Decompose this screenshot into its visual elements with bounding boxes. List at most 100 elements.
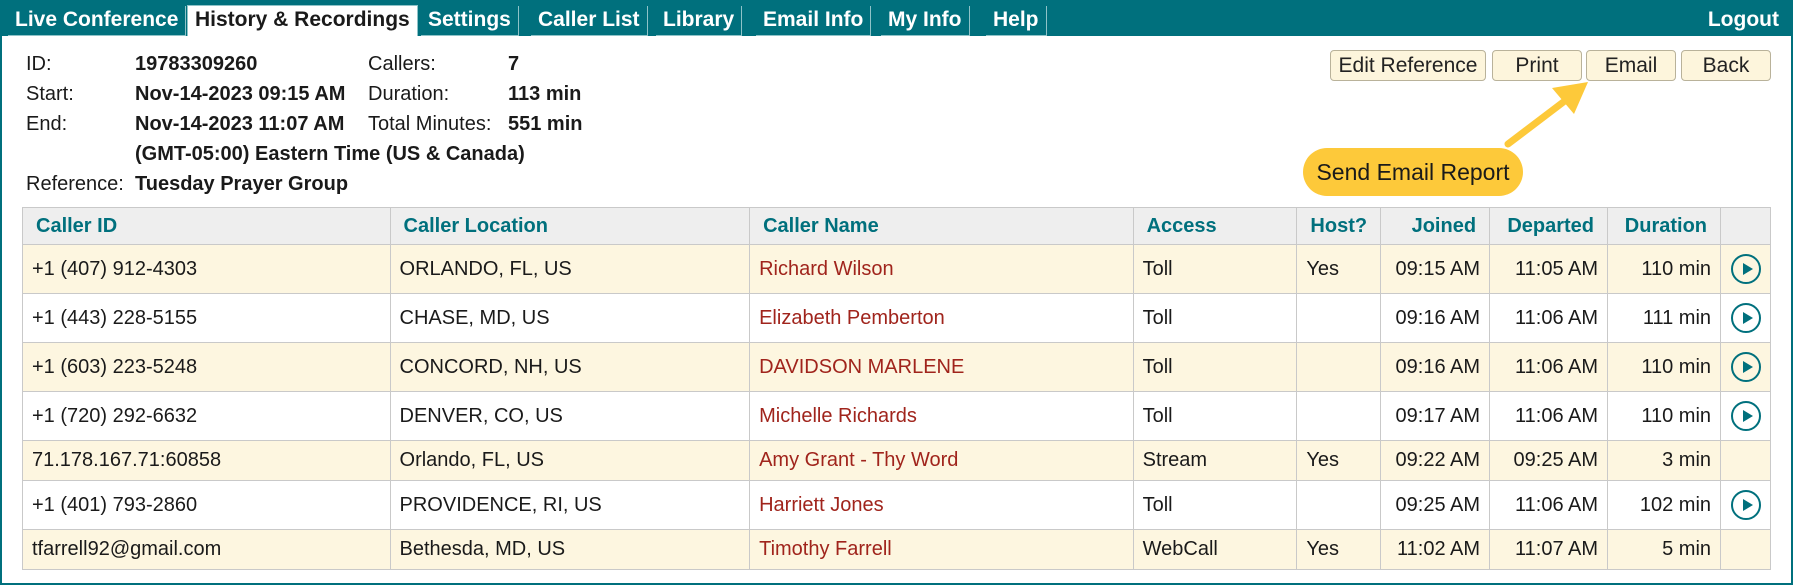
- caller-location-cell: PROVIDENCE, RI, US: [389, 480, 751, 530]
- top-nav: Live Conference History & Recordings Set…: [0, 0, 1793, 36]
- host-cell: [1296, 342, 1382, 392]
- caller-location-cell: DENVER, CO, US: [389, 391, 751, 441]
- duration-cell: 102 min: [1607, 480, 1722, 530]
- col-departed[interactable]: Departed: [1489, 207, 1609, 245]
- duration-value: 113 min: [508, 83, 582, 105]
- access-cell: WebCall: [1132, 529, 1298, 570]
- access-cell: Toll: [1132, 480, 1298, 530]
- caller-location-cell: ORLANDO, FL, US: [389, 244, 751, 294]
- conference-id: 19783309260: [135, 53, 258, 75]
- duration-cell: 110 min: [1607, 244, 1722, 294]
- end-value: Nov-14-2023 11:07 AM: [135, 113, 345, 135]
- host-cell: Yes: [1296, 529, 1382, 570]
- play-cell: [1720, 293, 1771, 343]
- reference-label: Reference:: [26, 173, 124, 195]
- col-caller-name[interactable]: Caller Name: [749, 207, 1134, 245]
- email-button[interactable]: Email: [1586, 50, 1676, 81]
- departed-cell: 11:06 AM: [1489, 293, 1609, 343]
- duration-cell: 111 min: [1607, 293, 1722, 343]
- caller-location-cell: CONCORD, NH, US: [389, 342, 751, 392]
- joined-cell: 09:16 AM: [1380, 342, 1491, 392]
- access-cell: Toll: [1132, 293, 1298, 343]
- access-cell: Toll: [1132, 244, 1298, 294]
- joined-cell: 09:17 AM: [1380, 391, 1491, 441]
- play-cell: [1720, 391, 1771, 441]
- caller-id-cell: +1 (603) 223-5248: [22, 342, 391, 392]
- caller-name-cell[interactable]: Elizabeth Pemberton: [749, 293, 1134, 343]
- caller-name-cell[interactable]: Richard Wilson: [749, 244, 1134, 294]
- tab-live-conference[interactable]: Live Conference: [8, 6, 187, 36]
- tab-settings[interactable]: Settings: [421, 6, 519, 36]
- play-recording-icon[interactable]: [1730, 401, 1761, 431]
- play-recording-icon[interactable]: [1730, 254, 1761, 284]
- print-button[interactable]: Print: [1492, 50, 1582, 81]
- departed-cell: 11:06 AM: [1489, 342, 1609, 392]
- joined-cell: 09:15 AM: [1380, 244, 1491, 294]
- play-cell: [1720, 480, 1771, 530]
- play-recording-icon[interactable]: [1730, 490, 1761, 520]
- tab-help[interactable]: Help: [986, 6, 1047, 36]
- caller-name-cell[interactable]: Timothy Farrell: [749, 529, 1134, 570]
- tab-history-recordings[interactable]: History & Recordings: [187, 5, 418, 36]
- col-caller-id[interactable]: Caller ID: [22, 207, 391, 245]
- access-cell: Toll: [1132, 342, 1298, 392]
- col-duration[interactable]: Duration: [1607, 207, 1722, 245]
- col-access[interactable]: Access: [1132, 207, 1298, 245]
- table-row: +1 (443) 228-5155 CHASE, MD, US Elizabeth …: [22, 293, 1771, 343]
- caller-id-cell: 71.178.167.71:60858: [22, 440, 391, 481]
- caller-id-cell: +1 (443) 228-5155: [22, 293, 391, 343]
- table-row: +1 (603) 223-5248 CONCORD, NH, US DAVIDSON…: [22, 342, 1771, 392]
- tab-my-info[interactable]: My Info: [881, 6, 970, 36]
- table-row: tfarrell92@gmail.com Bethesda, MD, US Timo…: [22, 529, 1771, 570]
- end-label: End:: [26, 113, 68, 135]
- caller-name-cell[interactable]: Michelle Richards: [749, 391, 1134, 441]
- table-row: +1 (401) 793-2860 PROVIDENCE, RI, US Harri…: [22, 480, 1771, 530]
- host-cell: [1296, 293, 1382, 343]
- caller-location-cell: CHASE, MD, US: [389, 293, 751, 343]
- play-recording-icon[interactable]: [1730, 303, 1761, 333]
- host-cell: [1296, 480, 1382, 530]
- duration-cell: 110 min: [1607, 342, 1722, 392]
- play-recording-icon[interactable]: [1730, 352, 1761, 382]
- tab-email-info[interactable]: Email Info: [756, 6, 872, 36]
- caller-name-cell[interactable]: DAVIDSON MARLENE: [749, 342, 1134, 392]
- tab-library[interactable]: Library: [656, 6, 743, 36]
- departed-cell: 11:06 AM: [1489, 391, 1609, 441]
- joined-cell: 09:16 AM: [1380, 293, 1491, 343]
- col-host[interactable]: Host?: [1296, 207, 1382, 245]
- table-row: +1 (407) 912-4303 ORLANDO, FL, US Richard …: [22, 244, 1771, 294]
- col-play: [1720, 207, 1771, 245]
- id-label: ID:: [26, 53, 52, 75]
- tab-caller-list[interactable]: Caller List: [531, 6, 648, 36]
- play-cell: [1720, 244, 1771, 294]
- host-cell: Yes: [1296, 440, 1382, 481]
- duration-cell: 5 min: [1607, 529, 1722, 570]
- joined-cell: 09:25 AM: [1380, 480, 1491, 530]
- caller-location-cell: Orlando, FL, US: [389, 440, 751, 481]
- departed-cell: 09:25 AM: [1489, 440, 1609, 481]
- caller-id-cell: +1 (407) 912-4303: [22, 244, 391, 294]
- caller-name-cell[interactable]: Amy Grant - Thy Word: [749, 440, 1134, 481]
- col-joined[interactable]: Joined: [1380, 207, 1491, 245]
- joined-cell: 09:22 AM: [1380, 440, 1491, 481]
- start-label: Start:: [26, 83, 74, 105]
- timezone-value: (GMT-05:00) Eastern Time (US & Canada): [135, 143, 525, 165]
- table-row: +1 (720) 292-6632 DENVER, CO, US Michelle …: [22, 391, 1771, 441]
- play-cell: [1720, 529, 1771, 570]
- start-value: Nov-14-2023 09:15 AM: [135, 83, 346, 105]
- host-cell: Yes: [1296, 244, 1382, 294]
- total-minutes-label: Total Minutes:: [368, 113, 492, 135]
- duration-label: Duration:: [368, 83, 450, 105]
- edit-reference-button[interactable]: Edit Reference: [1330, 50, 1486, 81]
- play-cell: [1720, 440, 1771, 481]
- total-minutes-value: 551 min: [508, 113, 583, 135]
- logout-link[interactable]: Logout: [1708, 6, 1779, 36]
- back-button[interactable]: Back: [1681, 50, 1771, 81]
- table-header-row: Caller ID Caller Location Caller Name Ac…: [22, 207, 1771, 245]
- caller-name-cell[interactable]: Harriett Jones: [749, 480, 1134, 530]
- caller-id-cell: +1 (401) 793-2860: [22, 480, 391, 530]
- callers-value: 7: [508, 53, 520, 75]
- access-cell: Toll: [1132, 391, 1298, 441]
- col-caller-location[interactable]: Caller Location: [389, 207, 751, 245]
- access-cell: Stream: [1132, 440, 1298, 481]
